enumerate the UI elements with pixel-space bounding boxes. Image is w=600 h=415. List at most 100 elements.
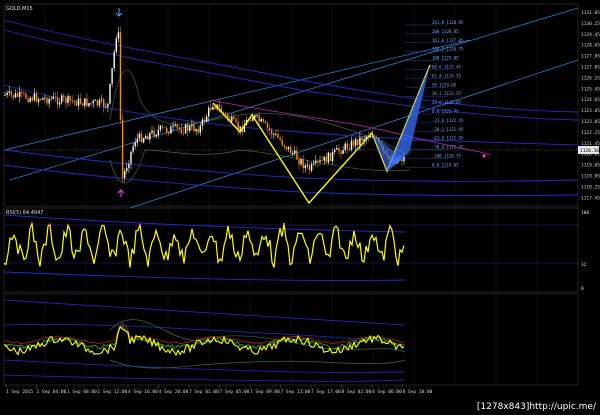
candle-body: [260, 119, 262, 122]
candle-body: [342, 150, 344, 154]
candle-body: [256, 115, 258, 116]
time-axis-label: 1 Sep 08:00: [67, 389, 97, 395]
candle-body: [54, 96, 57, 98]
candle-body: [193, 124, 195, 132]
candle-body: [306, 165, 309, 166]
candle-body: [157, 129, 159, 135]
candle-body: [214, 106, 216, 109]
candle-body: [128, 163, 130, 169]
candle-body: [86, 98, 88, 107]
candle-body: [313, 162, 315, 165]
candle-body: [346, 143, 348, 149]
ma-endpoint: [482, 154, 486, 158]
candle-body: [52, 96, 54, 99]
candle-body: [266, 123, 269, 128]
rsi-extreme-dot: [282, 222, 286, 225]
candle-body: [155, 134, 157, 137]
candle-body: [281, 140, 283, 146]
price-scale-label: 1127.85: [581, 54, 600, 60]
price-scale-label: 1121.45: [581, 141, 600, 147]
candle-body: [90, 102, 92, 104]
candle-body: [153, 130, 155, 137]
candle-body: [212, 106, 214, 110]
candle-body: [357, 139, 359, 146]
candle-body: [40, 99, 42, 100]
candle-body: [61, 95, 63, 103]
candle-body: [63, 95, 65, 98]
rsi-scale-100: 100: [581, 210, 589, 216]
candle-body: [348, 148, 351, 150]
candle-body: [79, 98, 82, 104]
price-scale-label: 1125.45: [581, 86, 600, 92]
candle-body: [4, 94, 6, 96]
candle-body: [21, 91, 23, 93]
rsi-extreme-dot: [30, 222, 34, 225]
candle-body: [176, 124, 178, 128]
candle-body: [84, 98, 86, 106]
rsi-scale-32: 32: [581, 262, 587, 268]
candle-body: [29, 97, 31, 103]
fib-level-label: 61.8 1124.55: [432, 73, 461, 78]
candle-body: [88, 102, 90, 107]
trading-chart[interactable]: 261.8 1128.95 200 1128.05 161.8 1127.05 138…: [0, 0, 600, 415]
candle-body: [98, 100, 101, 106]
fib-level-label: -38.2 1121.95: [432, 127, 464, 132]
candle-body: [264, 121, 267, 124]
candle-body: [268, 127, 271, 131]
candle-body: [203, 119, 206, 122]
candle-body: [327, 152, 330, 163]
candle-body: [140, 133, 143, 143]
candle-body: [134, 142, 136, 147]
candle-body: [331, 152, 334, 162]
candle-body: [233, 116, 235, 119]
fib-level-label: -23.6 1122.45: [432, 118, 464, 123]
candle-body: [277, 133, 279, 138]
candle-body: [258, 115, 260, 122]
candle-body: [195, 129, 197, 132]
price-scale-label: 1118.25: [581, 184, 600, 190]
candle-body: [109, 83, 111, 104]
candle-body: [149, 132, 151, 140]
candle-body: [275, 133, 277, 135]
candle-body: [48, 98, 50, 104]
candle-body: [105, 106, 107, 108]
price-scale-label: 1130.25: [581, 21, 600, 27]
price-scale-label: 1131.05: [581, 10, 600, 16]
watermark: [1278x843]http://upic.me/: [476, 402, 596, 412]
time-axis-label: 7 Sep 05:00: [220, 389, 250, 395]
candle-body: [315, 160, 317, 163]
candle-body: [94, 100, 96, 101]
candle-body: [119, 32, 122, 120]
candle-body: [329, 152, 332, 162]
candle-body: [205, 116, 208, 122]
time-axis-label: 7 Sep 09:00: [250, 389, 280, 395]
candle-body: [147, 135, 149, 140]
candle-body: [352, 140, 355, 146]
candle-body: [73, 100, 75, 102]
candle-body: [145, 135, 147, 139]
fib-level-label: 161.8 1127.05: [432, 38, 464, 43]
candle-body: [132, 146, 134, 152]
fib-level-label: -61.8 1121.55: [432, 136, 464, 141]
time-axis-label: 1 Sep 2015: [6, 389, 33, 395]
candle-body: [6, 92, 8, 95]
fib-level-label: 0.0 1122.75: [432, 109, 459, 114]
candle-body: [16, 93, 19, 97]
candle-body: [35, 93, 38, 102]
candle-body: [71, 100, 73, 102]
price-scale-label: 1124.65: [581, 97, 600, 103]
candle-body: [210, 107, 212, 110]
candle-body: [319, 160, 321, 162]
candle-body: [271, 130, 273, 135]
candle-body: [361, 137, 363, 141]
candle-body: [208, 107, 210, 117]
candle-body: [283, 145, 285, 147]
candle-body: [344, 143, 346, 151]
candle-body: [142, 138, 145, 143]
candle-body: [168, 132, 170, 134]
candle-body: [174, 124, 176, 126]
price-scale-label: 1123.85: [581, 108, 600, 114]
candle-body: [75, 101, 78, 106]
candle-body: [273, 134, 275, 135]
symbol-label: GOLD,M15: [6, 6, 33, 12]
